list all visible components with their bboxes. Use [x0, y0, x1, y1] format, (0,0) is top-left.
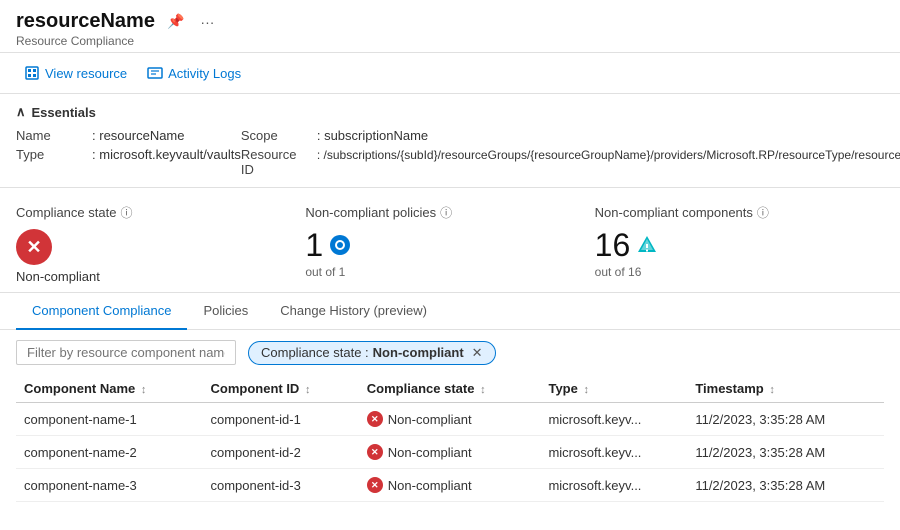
- scope-value: : subscriptionName: [317, 128, 428, 143]
- cell-timestamp: 11/2/2023, 3:35:28 AM: [687, 469, 884, 502]
- essentials-toggle[interactable]: ∧ Essentials: [16, 104, 884, 120]
- sort-icon-type: ↕: [583, 384, 589, 396]
- essentials-grid: Name : resourceName Scope : subscription…: [16, 128, 884, 177]
- type-label: Type: [16, 147, 86, 162]
- view-resource-button[interactable]: View resource: [16, 61, 135, 85]
- component-filter-input[interactable]: [16, 340, 236, 365]
- badge-prefix: Compliance state :: [261, 345, 369, 360]
- non-compliant-badge: [16, 229, 52, 265]
- essentials-section: ∧ Essentials Name : resourceName Scope :…: [0, 94, 900, 188]
- name-value: : resourceName: [92, 128, 185, 143]
- more-button[interactable]: ···: [196, 12, 218, 32]
- policies-value: 1: [305, 229, 574, 261]
- essentials-label: Essentials: [32, 105, 96, 120]
- cell-compliance-state: Non-compliant: [359, 469, 541, 502]
- col-component-id[interactable]: Component ID ↕: [203, 375, 359, 403]
- compliance-state-card: Compliance state ⓘ Non-compliant: [16, 204, 305, 284]
- non-compliant-components-card: Non-compliant components ⓘ 16 out of 16: [595, 204, 884, 284]
- filter-row: Compliance state : Non-compliant ✕: [0, 330, 900, 375]
- compliance-state-title: Compliance state ⓘ: [16, 204, 285, 221]
- activity-logs-label: Activity Logs: [168, 66, 241, 81]
- compliance-state-filter-badge[interactable]: Compliance state : Non-compliant ✕: [248, 341, 496, 365]
- activity-logs-icon: [147, 65, 163, 81]
- page-title: resourceName: [16, 10, 155, 33]
- essentials-type-row: Type : microsoft.keyvault/vaults: [16, 147, 241, 177]
- cell-component-name: component-name-3: [16, 469, 203, 502]
- cell-component-id: component-id-2: [203, 436, 359, 469]
- page-subtitle: Resource Compliance: [16, 34, 884, 48]
- tabs-bar: Component Compliance Policies Change His…: [0, 293, 900, 330]
- non-compliant-policies-card: Non-compliant policies ⓘ 1 out of 1: [305, 204, 594, 284]
- components-value: 16: [595, 229, 864, 261]
- header-actions: 📌 ···: [163, 11, 218, 32]
- sort-icon-component-id: ↕: [305, 384, 311, 396]
- pin-button[interactable]: 📌: [163, 11, 188, 32]
- col-timestamp[interactable]: Timestamp ↕: [687, 375, 884, 403]
- cell-timestamp: 11/2/2023, 3:35:28 AM: [687, 436, 884, 469]
- components-icon: [636, 234, 658, 256]
- table-row: component-name-2 component-id-2 Non-comp…: [16, 436, 884, 469]
- tab-policies[interactable]: Policies: [187, 293, 264, 330]
- components-title: Non-compliant components ⓘ: [595, 204, 864, 221]
- cell-type: microsoft.keyv...: [540, 469, 687, 502]
- sort-icon-timestamp: ↕: [769, 384, 775, 396]
- resource-id-value: : /subscriptions/{subId}/resourceGroups/…: [317, 148, 900, 162]
- resource-id-label: Resource ID: [241, 147, 311, 177]
- cell-compliance-state: Non-compliant: [359, 403, 541, 436]
- col-component-name[interactable]: Component Name ↕: [16, 375, 203, 403]
- scope-label: Scope: [241, 128, 311, 143]
- compliance-cards: Compliance state ⓘ Non-compliant Non-com…: [0, 188, 900, 293]
- view-resource-icon: [24, 65, 40, 81]
- table-header-row: Component Name ↕ Component ID ↕ Complian…: [16, 375, 884, 403]
- non-compliant-icon: [367, 477, 383, 493]
- type-value: : microsoft.keyvault/vaults: [92, 147, 241, 162]
- col-compliance-state[interactable]: Compliance state ↕: [359, 375, 541, 403]
- cell-component-name: component-name-1: [16, 403, 203, 436]
- page-header: resourceName 📌 ··· Resource Compliance: [0, 0, 900, 53]
- table-row: component-name-3 component-id-3 Non-comp…: [16, 469, 884, 502]
- components-sub: out of 16: [595, 265, 864, 279]
- component-table: Component Name ↕ Component ID ↕ Complian…: [0, 375, 900, 502]
- non-compliant-icon: [367, 411, 383, 427]
- sort-icon-compliance-state: ↕: [480, 384, 486, 396]
- activity-logs-button[interactable]: Activity Logs: [139, 61, 249, 85]
- col-type[interactable]: Type ↕: [540, 375, 687, 403]
- table-row: component-name-1 component-id-1 Non-comp…: [16, 403, 884, 436]
- cell-type: microsoft.keyv...: [540, 403, 687, 436]
- policies-sub: out of 1: [305, 265, 574, 279]
- tab-component-compliance[interactable]: Component Compliance: [16, 293, 187, 330]
- compliance-state-label: Non-compliant: [16, 269, 285, 284]
- cell-component-id: component-id-3: [203, 469, 359, 502]
- tab-change-history[interactable]: Change History (preview): [264, 293, 443, 330]
- view-resource-label: View resource: [45, 66, 127, 81]
- compliance-state-info-icon[interactable]: ⓘ: [120, 204, 132, 221]
- policies-title: Non-compliant policies ⓘ: [305, 204, 574, 221]
- policies-icon: [329, 234, 351, 256]
- badge-value: Non-compliant: [373, 345, 464, 360]
- badge-close-icon[interactable]: ✕: [472, 345, 483, 361]
- cell-component-name: component-name-2: [16, 436, 203, 469]
- cell-type: microsoft.keyv...: [540, 436, 687, 469]
- cell-compliance-state: Non-compliant: [359, 436, 541, 469]
- name-label: Name: [16, 128, 86, 143]
- sort-icon-component-name: ↕: [141, 384, 147, 396]
- components-info-icon[interactable]: ⓘ: [757, 204, 769, 221]
- policies-info-icon[interactable]: ⓘ: [440, 204, 452, 221]
- essentials-resource-id-row: Resource ID : /subscriptions/{subId}/res…: [241, 147, 900, 177]
- cell-component-id: component-id-1: [203, 403, 359, 436]
- toolbar: View resource Activity Logs: [0, 53, 900, 94]
- essentials-scope-row: Scope : subscriptionName: [241, 128, 900, 143]
- non-compliant-icon: [367, 444, 383, 460]
- essentials-name-row: Name : resourceName: [16, 128, 241, 143]
- essentials-chevron-icon: ∧: [16, 104, 26, 120]
- cell-timestamp: 11/2/2023, 3:35:28 AM: [687, 403, 884, 436]
